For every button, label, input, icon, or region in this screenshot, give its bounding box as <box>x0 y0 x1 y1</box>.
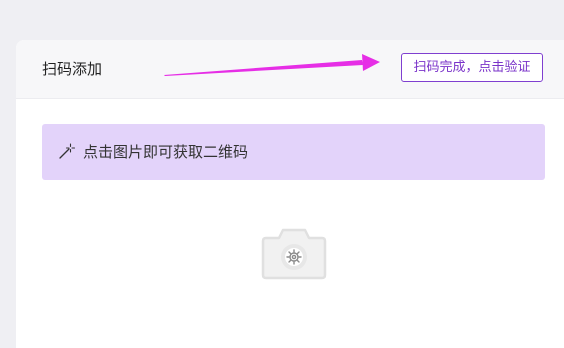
hint-banner: 点击图片即可获取二维码 <box>42 124 545 180</box>
camera-icon[interactable] <box>261 226 327 280</box>
top-strip <box>0 0 564 14</box>
card-header: 扫码添加 扫码完成，点击验证 <box>16 40 564 99</box>
annotation-arrow-icon <box>164 54 380 76</box>
card-title: 扫码添加 <box>42 60 103 78</box>
verify-button[interactable]: 扫码完成，点击验证 <box>401 53 543 82</box>
hint-text: 点击图片即可获取二维码 <box>83 143 249 161</box>
scan-add-card: 扫码添加 扫码完成，点击验证 点击图片即可获取二维码 <box>16 40 564 348</box>
magic-wand-icon <box>59 143 75 159</box>
